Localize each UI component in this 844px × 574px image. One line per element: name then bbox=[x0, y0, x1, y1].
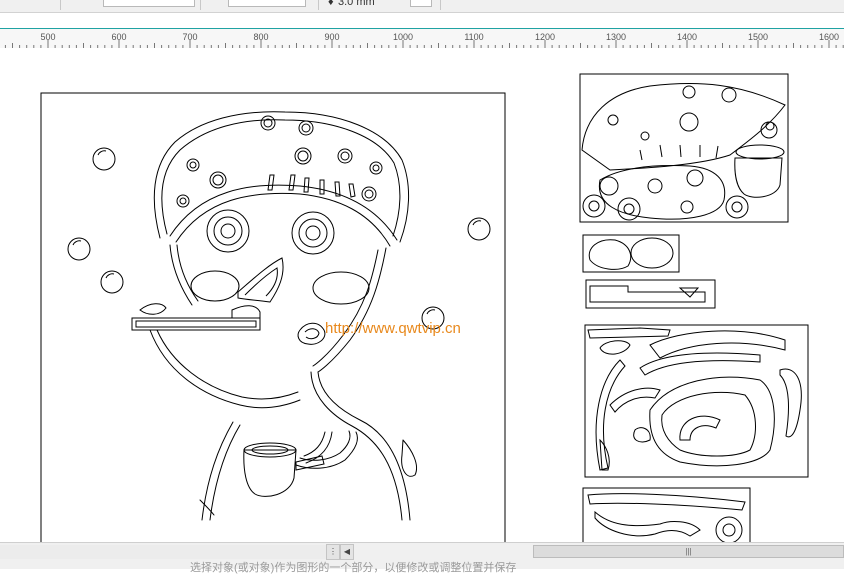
scroll-grip-icon[interactable]: ⋮ bbox=[326, 544, 340, 560]
boy-figure-outline[interactable] bbox=[149, 111, 417, 521]
vector-artwork[interactable] bbox=[0, 48, 844, 554]
watermark-text: http://www.qwtvip.cn bbox=[325, 320, 461, 337]
ruler-ticks bbox=[4, 40, 844, 48]
ruler-label: 1000 bbox=[392, 32, 414, 42]
bubbles bbox=[67, 147, 491, 330]
toolbar-separator bbox=[440, 0, 441, 10]
toolbar-separator bbox=[318, 0, 319, 10]
main-artboard-frame[interactable] bbox=[40, 92, 506, 554]
horizontal-scrollbar-thumb[interactable]: ||| bbox=[533, 545, 844, 558]
cheeks bbox=[190, 270, 370, 305]
ruler-label: 1500 bbox=[747, 32, 769, 42]
part-bottom[interactable] bbox=[582, 487, 751, 549]
eyes bbox=[206, 209, 335, 255]
toolbar-separator bbox=[60, 0, 61, 10]
status-bar: ⋮ ◀ ||| 选择对象(或对象)作为图形的一个部分，以便修改或调整位置并保存 bbox=[0, 542, 844, 574]
part-body[interactable] bbox=[584, 324, 809, 478]
part-cheeks[interactable] bbox=[582, 234, 680, 273]
ruler-label: 1300 bbox=[605, 32, 627, 42]
ruler-label: 900 bbox=[324, 32, 340, 42]
ruler-label: 1200 bbox=[534, 32, 556, 42]
toothbrush bbox=[131, 303, 261, 331]
drawing-canvas[interactable]: http://www.qwtvip.cn bbox=[0, 48, 844, 554]
ruler-label: 1100 bbox=[464, 32, 484, 42]
scroll-left-icon[interactable]: ◀ bbox=[340, 544, 354, 560]
page-tabs-area[interactable] bbox=[0, 545, 330, 559]
ruler-label: 500 bbox=[40, 32, 56, 42]
horizontal-ruler[interactable]: 500 600 700 800 900 1000 1100 1200 1300 … bbox=[0, 28, 844, 49]
toolbar-field-2[interactable] bbox=[228, 0, 306, 7]
nose-outline bbox=[237, 257, 284, 303]
part-hat[interactable] bbox=[579, 73, 789, 223]
toolbar-separator bbox=[200, 0, 201, 10]
ruler-label: 1600 bbox=[818, 32, 840, 42]
ruler-label: 700 bbox=[182, 32, 198, 42]
outline-width-value[interactable]: 3.0 mm bbox=[338, 0, 375, 8]
ruler-label: 800 bbox=[253, 32, 269, 42]
status-hint-text: 选择对象(或对象)作为图形的一个部分，以便修改或调整位置并保存 bbox=[190, 562, 517, 574]
mouth-swirl bbox=[297, 322, 326, 345]
property-toolbar: ♦ 3.0 mm bbox=[0, 0, 844, 13]
ruler-label: 1400 bbox=[676, 32, 698, 42]
pipe bbox=[243, 442, 325, 497]
outline-width-spinner[interactable] bbox=[410, 0, 432, 7]
toolbar-field-1[interactable] bbox=[103, 0, 195, 7]
ruler-label: 600 bbox=[111, 32, 127, 42]
part-toothbrush[interactable] bbox=[585, 279, 716, 309]
pen-icon: ♦ bbox=[328, 0, 334, 8]
